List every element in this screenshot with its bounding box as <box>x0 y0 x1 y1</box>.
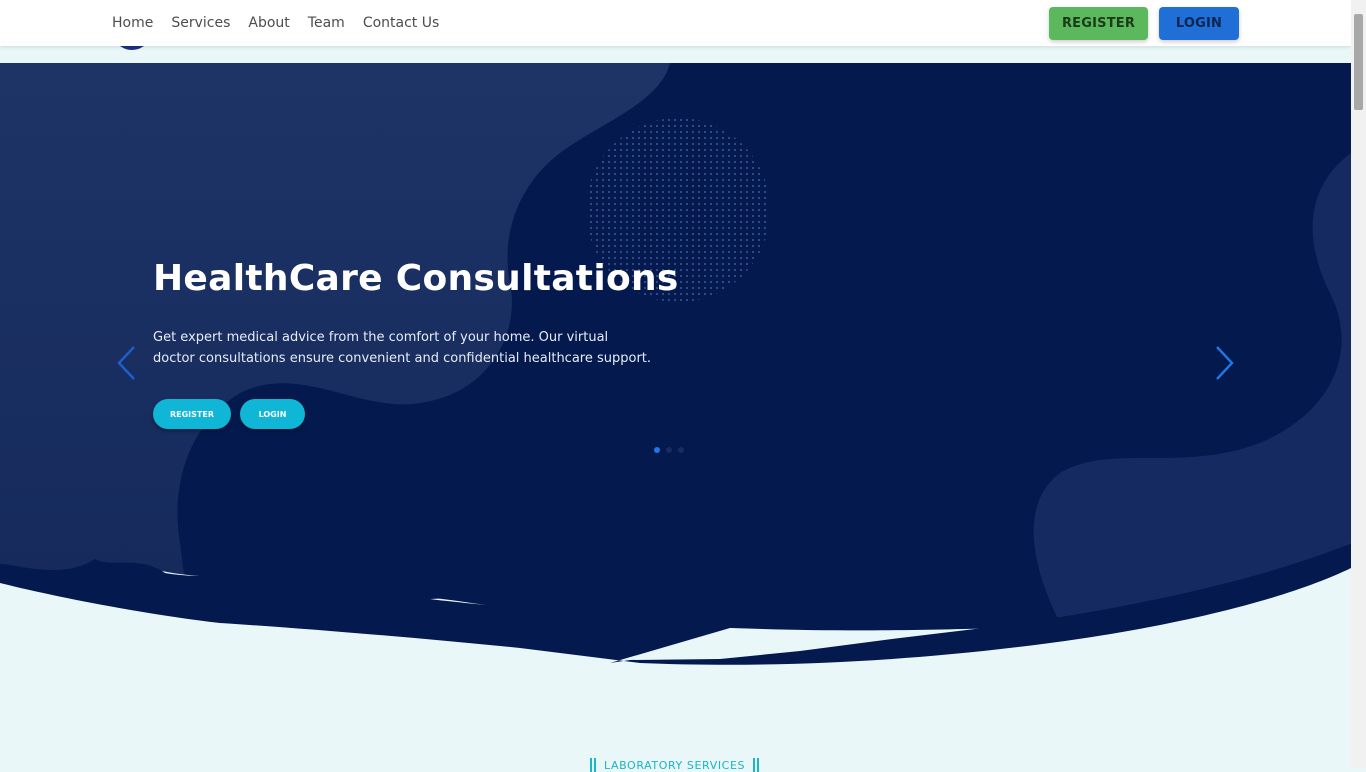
nav-link-services[interactable]: Services <box>171 14 230 32</box>
login-button[interactable]: LOGIN <box>1159 7 1239 40</box>
chevron-left-icon[interactable] <box>115 345 137 381</box>
decorative-bars-right <box>753 758 760 772</box>
decorative-bars-left <box>590 758 596 772</box>
carousel-dot-1[interactable] <box>654 447 660 453</box>
carousel-dot-3[interactable] <box>678 447 684 453</box>
section-heading: LABORATORY SERVICES <box>590 758 760 772</box>
carousel-dot-2[interactable] <box>666 447 672 453</box>
register-button[interactable]: REGISTER <box>1049 7 1148 40</box>
nav-link-about[interactable]: About <box>248 14 289 32</box>
page-scrollbar[interactable] <box>1351 0 1366 768</box>
hero-description: Get expert medical advice from the comfo… <box>153 330 652 366</box>
nav-link-home[interactable]: Home <box>112 14 153 32</box>
hero-login-button[interactable]: LOGIN <box>240 399 305 429</box>
hero-register-button[interactable]: REGISTER <box>153 399 231 429</box>
nav-link-team[interactable]: Team <box>308 14 345 32</box>
section-heading-text: LABORATORY SERVICES <box>604 758 746 772</box>
hero-carousel: HealthCare Consultations Get expert medi… <box>0 63 1351 683</box>
nav-links: Home Services About Team Contact Us <box>112 14 457 32</box>
carousel-indicators <box>654 447 684 453</box>
nav-link-contact-us[interactable]: Contact Us <box>363 14 439 32</box>
hero-background-decoration <box>0 63 1351 683</box>
top-navbar: Home Services About Team Contact Us REGI… <box>0 0 1351 46</box>
hero-title: HealthCare Consultations <box>153 258 679 299</box>
chevron-right-icon[interactable] <box>1214 345 1236 381</box>
scrollbar-thumb[interactable] <box>1354 14 1363 110</box>
